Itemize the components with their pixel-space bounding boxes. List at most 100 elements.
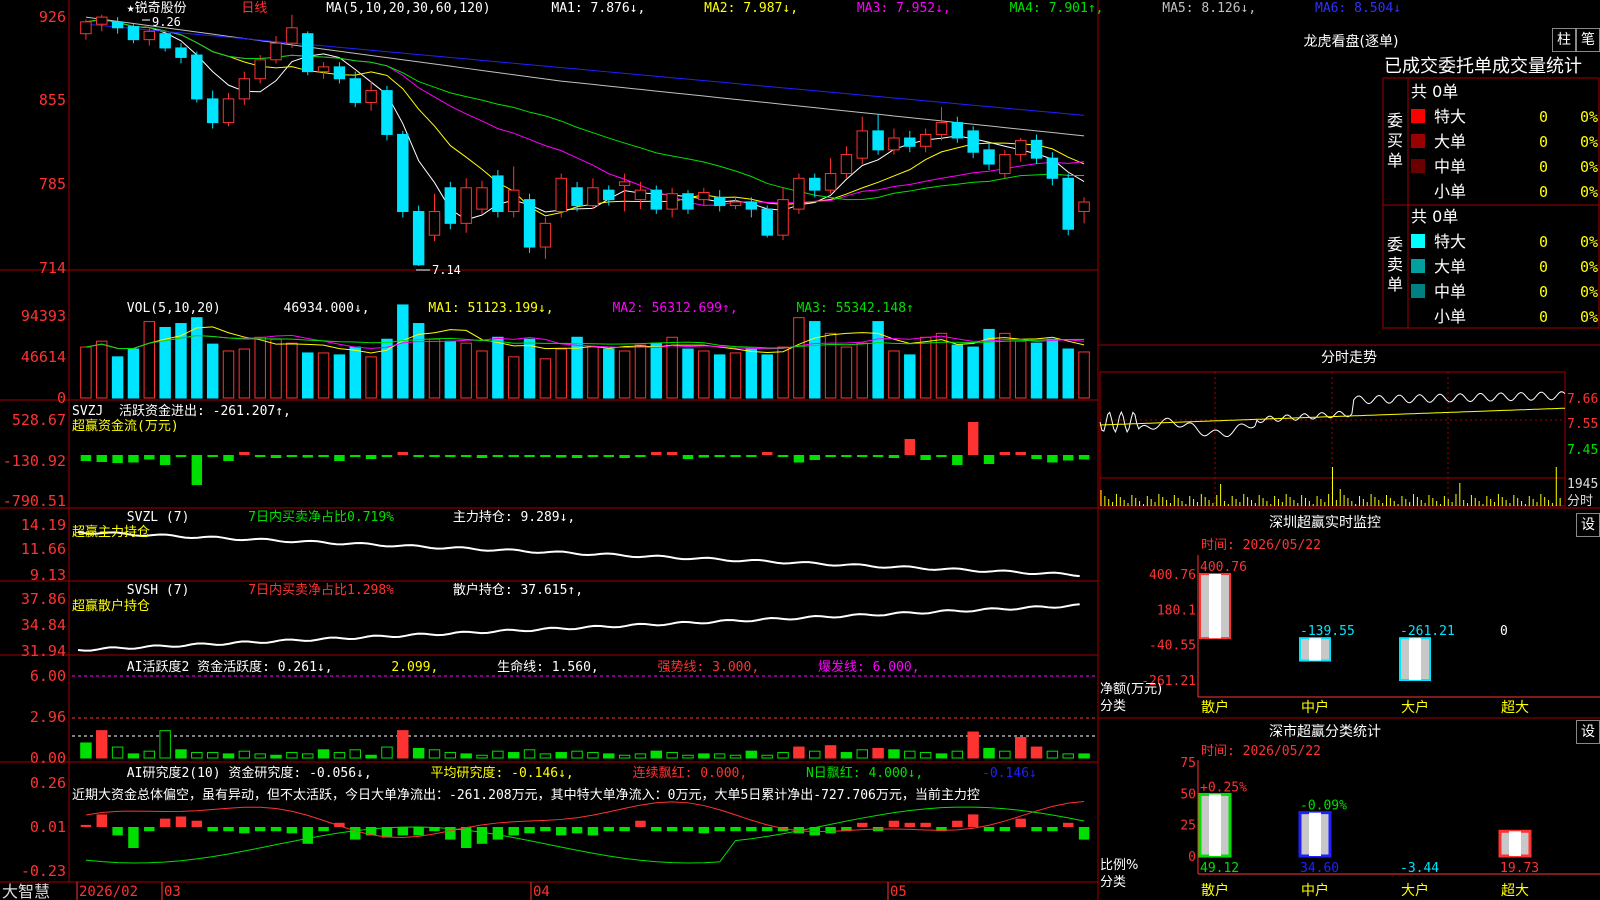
- active-bar: [476, 754, 488, 759]
- sz-class-tick: 0: [1188, 850, 1196, 865]
- candle: [270, 36, 282, 64]
- svzl-pane[interactable]: 14.19 11.66 9.13 SVZL (7) 7日内买卖净占比0.719%…: [21, 509, 1080, 584]
- x-label-1: 2026/02: [79, 884, 138, 900]
- candle: [286, 14, 298, 48]
- flow-bar: [381, 455, 393, 457]
- ai-active-tick-3: 0.00: [30, 749, 66, 767]
- chart-canvas[interactable]: 926 855 785 714 9.26 7.14 ★锐奇股份 日线 MA(5,…: [0, 0, 1600, 900]
- sz-class-bars: 49.12 34.60 -3.44 19.73 +0.25% -0.09%: [1198, 780, 1539, 876]
- candle: [507, 166, 520, 218]
- sz-monitor-bar: [1299, 637, 1331, 662]
- vol-title: VOL(5,10,20): [127, 301, 221, 316]
- vol-tick-2: 46614: [21, 348, 66, 366]
- row-swatch: [1411, 284, 1425, 298]
- sz-class-settings-button[interactable]: 设: [1576, 720, 1600, 744]
- research-bar: [904, 822, 916, 827]
- candle: [127, 24, 140, 44]
- flow-bar: [286, 455, 298, 457]
- order-stats-panel[interactable]: 龙虎看盘(逐单) 已成交委托单成交量统计 委买单 委卖单 共 0单 共 0单 特…: [1304, 33, 1600, 329]
- price-pane[interactable]: 926 855 785 714 9.26 7.14 ★锐奇股份 日线 MA(5,…: [39, 0, 1440, 277]
- sz-class-axis-cat: 分类: [1100, 875, 1126, 890]
- vol-tick-1: 94393: [21, 307, 66, 325]
- volume-bar: [539, 358, 552, 399]
- vol-ma1: MA1: 51123.199↓,: [428, 301, 553, 316]
- svsh-hold: 散户持仓: 37.615↑,: [453, 582, 583, 598]
- sz-class-panel[interactable]: 深市超赢分类统计 时间: 2026/05/22 75 50 25 0 49.12 34.…: [1100, 723, 1600, 899]
- row-count: 0: [1539, 183, 1548, 201]
- research-green-line: [85, 806, 1085, 864]
- sz-class-tick: 25: [1180, 819, 1196, 834]
- svsh-pane[interactable]: 37.86 34.84 31.94 SVSH (7) 7日内买卖净占比1.298…: [21, 582, 1080, 660]
- candle: [872, 114, 884, 155]
- intraday-tick-2: 7.55: [1567, 417, 1598, 432]
- volume-bar: [523, 338, 536, 399]
- flow-bar: [476, 455, 488, 458]
- volume-bar: [1030, 342, 1043, 399]
- flow-bar: [967, 422, 979, 455]
- flow-bar: [397, 452, 409, 455]
- ai-research-avg: 平均研究度: -0.146↓,: [430, 765, 573, 781]
- sz-class-category: 大户: [1401, 882, 1429, 899]
- candle: [222, 92, 235, 127]
- row-pct: 0%: [1580, 133, 1598, 151]
- active-bar: [1030, 746, 1043, 759]
- vol-tick-3: 0: [57, 389, 66, 407]
- row-name: 特大: [1434, 232, 1466, 251]
- svzj-pane[interactable]: 528.67 -130.92 -790.51 SVZJ 活跃资金进出: -261…: [3, 403, 1090, 510]
- active-bar: [191, 752, 203, 759]
- research-bar: [318, 827, 329, 832]
- stock-name[interactable]: ★锐奇股份: [127, 0, 187, 16]
- svg-text:VOL(5,10,20) 46934.000↓,: VOL(5,10,20) 46934.000↓, MA1: 51123.199↓…: [72, 301, 953, 316]
- row-name: 小单: [1434, 307, 1466, 326]
- research-bar: [191, 820, 203, 827]
- vertical-label-char: 委: [1387, 235, 1403, 254]
- x-label-4: 05: [890, 884, 907, 900]
- candle: [539, 217, 552, 259]
- tick-view-button[interactable]: 笔: [1576, 28, 1600, 52]
- vertical-label-char: 单: [1387, 275, 1403, 294]
- sz-monitor-settings-button[interactable]: 设: [1576, 513, 1600, 537]
- sz-monitor-panel[interactable]: 深圳超赢实时监控 时间: 2026/05/22 400.76 180.1 -40.5…: [1100, 514, 1600, 716]
- candle: [191, 51, 203, 103]
- research-bar: [254, 827, 266, 832]
- low-label: 7.14: [432, 263, 461, 277]
- research-bar: [983, 827, 995, 832]
- ma3-value: MA3: 7.952↓,: [857, 1, 951, 16]
- volume-bar: [507, 356, 520, 399]
- flow-bar: [540, 455, 551, 457]
- ai-research-pane[interactable]: 0.26 0.01 -0.23 AI研究度2(10) 资金研究度: -0.056…: [21, 765, 1090, 880]
- sz-monitor-bar: [1399, 637, 1431, 681]
- svsh-subtitle: 超赢散户持仓: [72, 598, 150, 614]
- svg-text:SVSH (7) 7日内买卖净占比1.298%: SVSH (7) 7日内买卖净占比1.298% 散户持仓: 37.615↑,: [72, 582, 622, 598]
- volume-pane[interactable]: 94393 46614 0 VOL(5,10,20) 46934.000↓, M…: [21, 301, 1090, 407]
- ai-research-tick-1: 0.26: [30, 774, 66, 792]
- sell-total: 共 0单: [1411, 207, 1458, 226]
- candle: [333, 62, 346, 84]
- ma4-value: MA4: 7.901↑,: [1010, 1, 1104, 16]
- intraday-panel[interactable]: 分时走势 7.66 7.55 7.45 1945 分时: [1099, 350, 1598, 509]
- volume-bar: [1078, 351, 1090, 399]
- volume-bar: [777, 346, 789, 399]
- column-view-button[interactable]: 柱: [1552, 28, 1576, 52]
- ai-active-v2: 2.099,: [391, 660, 438, 675]
- sz-class-top-label: -0.09%: [1300, 799, 1347, 814]
- active-bar: [539, 753, 552, 759]
- volume-bar: [555, 348, 567, 399]
- research-bar: [1078, 827, 1090, 840]
- flow-bar: [318, 455, 329, 457]
- active-bar: [175, 749, 187, 759]
- research-bar: [302, 827, 313, 844]
- volume-bar: [127, 348, 140, 399]
- candle: [840, 146, 853, 179]
- app-logo[interactable]: 大智慧: [2, 882, 50, 900]
- candle: [698, 187, 710, 206]
- sz-monitor-axis-title: 净额(万元): [1100, 682, 1162, 697]
- row-count: 0: [1539, 283, 1548, 301]
- sz-class-category: 散户: [1201, 882, 1229, 899]
- price-tick-1: 926: [39, 8, 66, 26]
- row-pct: 0%: [1580, 233, 1598, 251]
- period-label[interactable]: 日线: [241, 1, 267, 16]
- ai-active-pane[interactable]: 6.00 2.96 0.00 AI活跃度2 资金活跃度: 0.261↓, 2.0…: [30, 659, 1095, 767]
- active-bar: [365, 754, 377, 759]
- vertical-label-char: 买: [1387, 131, 1403, 150]
